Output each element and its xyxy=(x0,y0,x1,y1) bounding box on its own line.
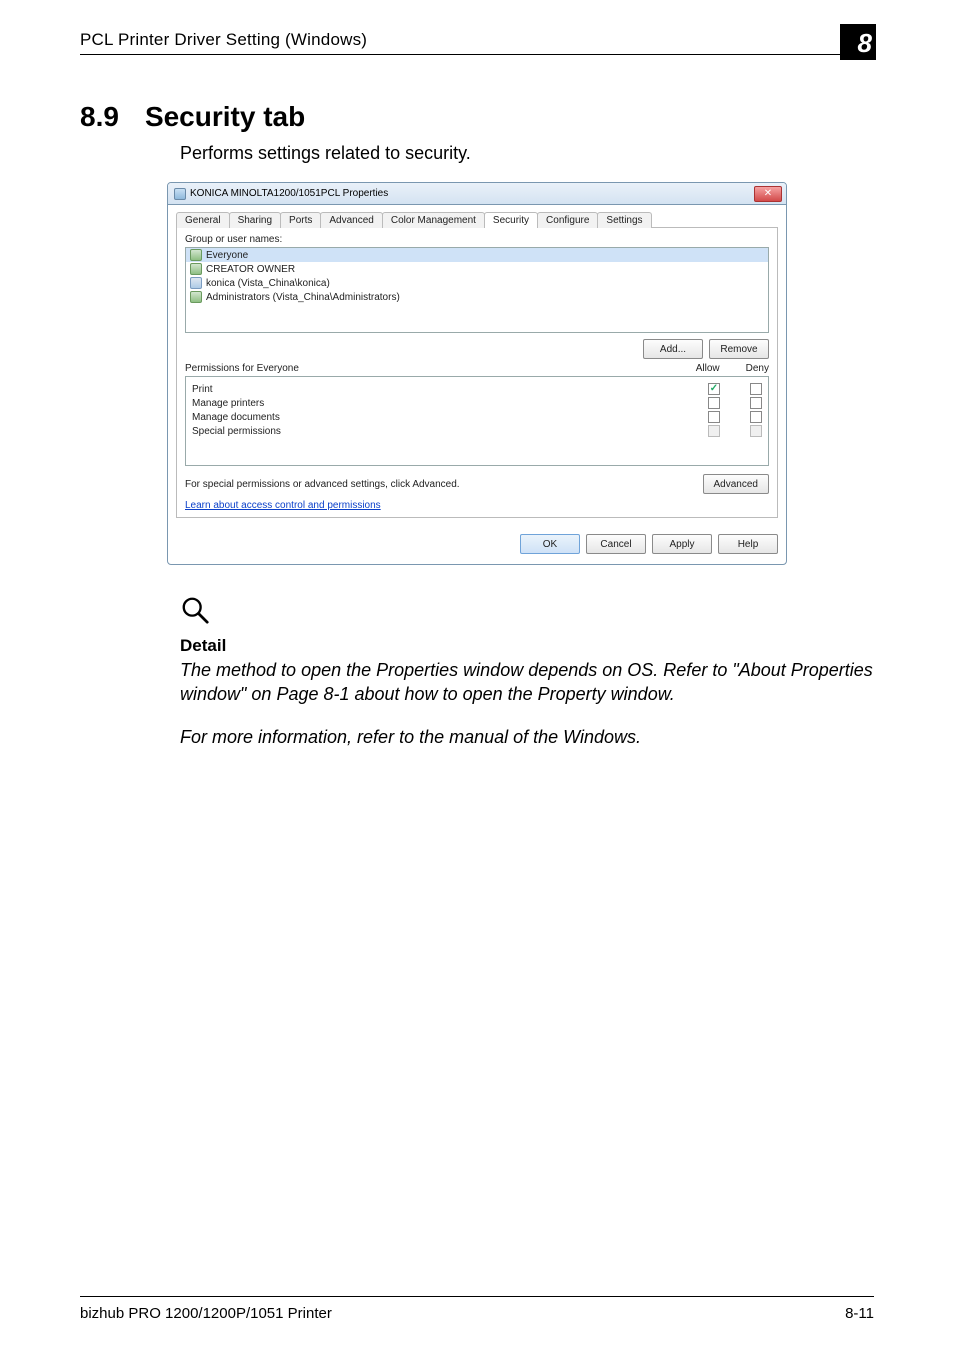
magnifier-icon xyxy=(180,595,874,630)
deny-checkbox[interactable] xyxy=(750,411,762,423)
help-button[interactable]: Help xyxy=(718,534,778,554)
list-item[interactable]: Everyone xyxy=(186,248,768,262)
allow-column-header: Allow xyxy=(696,363,720,374)
permission-row: Special permissions xyxy=(192,425,762,437)
permissions-for-label: Permissions for Everyone xyxy=(185,363,299,374)
page-header-title: PCL Printer Driver Setting (Windows) xyxy=(80,30,367,50)
tab-ports[interactable]: Ports xyxy=(280,212,321,228)
cancel-button[interactable]: Cancel xyxy=(586,534,646,554)
ok-button[interactable]: OK xyxy=(520,534,580,554)
page-header: PCL Printer Driver Setting (Windows) 8 xyxy=(80,30,874,55)
add-button[interactable]: Add... xyxy=(643,339,703,359)
footer-left: bizhub PRO 1200/1200P/1051 Printer xyxy=(80,1305,332,1322)
tab-sharing[interactable]: Sharing xyxy=(229,212,281,228)
permission-name: Manage documents xyxy=(192,412,280,423)
properties-dialog-figure: KONICA MINOLTA1200/1051PCL Properties ✕ … xyxy=(167,182,787,565)
properties-dialog: KONICA MINOLTA1200/1051PCL Properties ✕ … xyxy=(167,182,787,565)
list-item-label: Everyone xyxy=(206,250,248,261)
deny-checkbox[interactable] xyxy=(750,397,762,409)
chapter-number: 8 xyxy=(858,28,872,59)
detail-paragraph-1: The method to open the Properties window… xyxy=(180,658,874,707)
deny-checkbox[interactable] xyxy=(750,383,762,395)
footer-right: 8-11 xyxy=(845,1305,874,1322)
list-item[interactable]: CREATOR OWNER xyxy=(186,262,768,276)
advanced-button[interactable]: Advanced xyxy=(703,474,769,494)
list-item-label: CREATOR OWNER xyxy=(206,264,295,275)
tab-color-management[interactable]: Color Management xyxy=(382,212,485,228)
list-item[interactable]: konica (Vista_China\konica) xyxy=(186,276,768,290)
permission-row: Manage printers xyxy=(192,397,762,409)
section-number: 8.9 xyxy=(80,101,119,133)
close-icon: ✕ xyxy=(764,189,772,199)
user-icon xyxy=(190,277,202,289)
security-tab-pane: Group or user names: Everyone CREATOR OW… xyxy=(176,228,778,518)
detail-heading: Detail xyxy=(180,636,874,656)
dialog-title: KONICA MINOLTA1200/1051PCL Properties xyxy=(190,188,388,199)
advanced-text: For special permissions or advanced sett… xyxy=(185,479,460,490)
close-button[interactable]: ✕ xyxy=(754,186,782,202)
permission-name: Manage printers xyxy=(192,398,264,409)
allow-checkbox[interactable] xyxy=(708,397,720,409)
allow-checkbox[interactable] xyxy=(708,383,720,395)
permission-row: Print xyxy=(192,383,762,395)
list-item-label: Administrators (Vista_China\Administrato… xyxy=(206,292,400,303)
permission-name: Special permissions xyxy=(192,426,281,437)
list-item-label: konica (Vista_China\konica) xyxy=(206,278,330,289)
allow-checkbox xyxy=(708,425,720,437)
learn-link[interactable]: Learn about access control and permissio… xyxy=(185,500,381,511)
printer-icon xyxy=(174,188,186,200)
group-icon xyxy=(190,263,202,275)
permissions-listbox: Print Manage printers xyxy=(185,376,769,466)
section-description: Performs settings related to security. xyxy=(180,143,874,164)
dialog-footer: OK Cancel Apply Help xyxy=(168,526,786,564)
allow-checkbox[interactable] xyxy=(708,411,720,423)
section-title: Security tab xyxy=(145,101,305,133)
tab-settings[interactable]: Settings xyxy=(597,212,651,228)
detail-paragraph-2: For more information, refer to the manua… xyxy=(180,727,874,748)
permission-name: Print xyxy=(192,384,213,395)
tab-configure[interactable]: Configure xyxy=(537,212,598,228)
group-icon xyxy=(190,249,202,261)
groups-listbox[interactable]: Everyone CREATOR OWNER konica (Vista_Chi… xyxy=(185,247,769,333)
deny-column-header: Deny xyxy=(746,363,769,374)
tab-security[interactable]: Security xyxy=(484,212,538,228)
groups-label: Group or user names: xyxy=(185,234,769,245)
tab-advanced[interactable]: Advanced xyxy=(320,212,382,228)
dialog-titlebar[interactable]: KONICA MINOLTA1200/1051PCL Properties ✕ xyxy=(168,183,786,205)
page-footer: bizhub PRO 1200/1200P/1051 Printer 8-11 xyxy=(80,1296,874,1322)
tab-general[interactable]: General xyxy=(176,212,230,228)
tab-strip: General Sharing Ports Advanced Color Man… xyxy=(176,211,778,228)
remove-button[interactable]: Remove xyxy=(709,339,769,359)
apply-button[interactable]: Apply xyxy=(652,534,712,554)
list-item[interactable]: Administrators (Vista_China\Administrato… xyxy=(186,290,768,304)
group-icon xyxy=(190,291,202,303)
deny-checkbox xyxy=(750,425,762,437)
permission-row: Manage documents xyxy=(192,411,762,423)
